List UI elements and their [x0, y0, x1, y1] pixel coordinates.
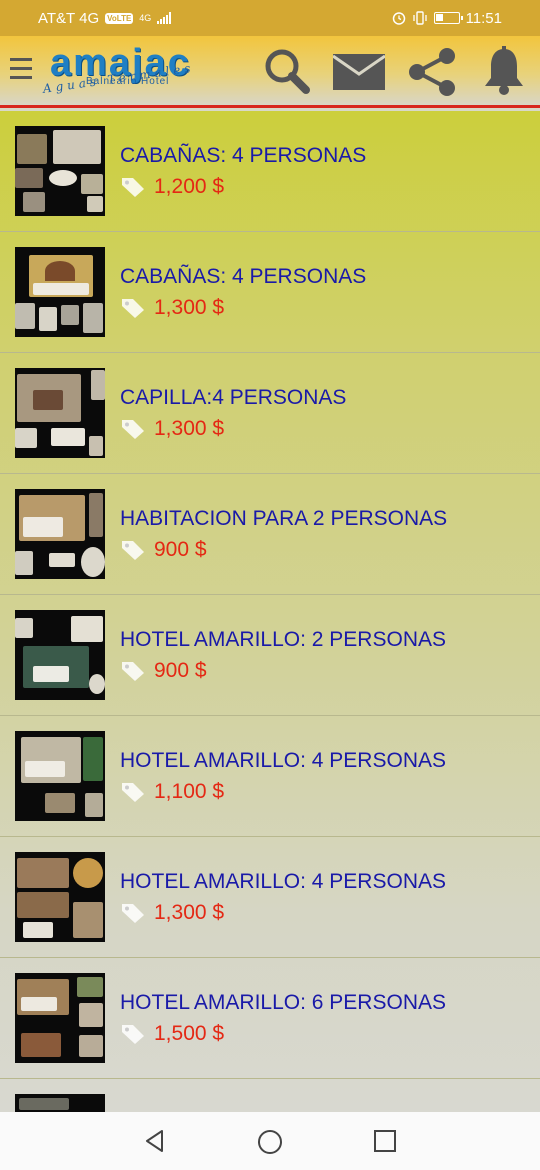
status-right: 11:51: [392, 10, 502, 27]
listing-price: 1,200 $: [154, 175, 225, 198]
listing-price: 900 $: [154, 659, 207, 682]
list-item[interactable]: HABITACION PARA 2 PERSONAS 900 $: [0, 474, 540, 595]
alarm-icon: [392, 12, 405, 25]
status-bar: AT&T 4G VoLTE 4G 11:51: [0, 0, 540, 36]
clock: 11:51: [465, 9, 502, 27]
listing-price: 1,300 $: [154, 417, 225, 440]
system-nav-bar: [0, 1112, 540, 1170]
listing-list[interactable]: CABAÑAS: 4 PERSONAS 1,200 $ CABAÑAS: 4 P…: [0, 111, 540, 1112]
listing-price: 1,300 $: [154, 901, 225, 924]
share-icon[interactable]: [407, 46, 459, 98]
listing-title[interactable]: HABITACION PARA 2 PERSONAS: [120, 507, 447, 531]
listing-thumbnail[interactable]: [15, 247, 105, 337]
listing-price: 1,300 $: [154, 296, 225, 319]
list-item[interactable]: HOTEL AMARILLO: 4 PERSONAS 1,100 $: [0, 716, 540, 837]
home-circle-icon[interactable]: [257, 1129, 283, 1155]
list-item[interactable]: HOTEL AMARILLO: 4 PERSONAS 1,300 $: [0, 837, 540, 958]
list-item[interactable]: HOTEL AMARILLO: 6 PERSONAS 1,500 $: [0, 958, 540, 1079]
list-item[interactable]: [0, 1079, 540, 1112]
listing-thumbnail[interactable]: [15, 973, 105, 1063]
list-item[interactable]: CABAÑAS: 4 PERSONAS 1,300 $: [0, 232, 540, 353]
tag-icon: [122, 662, 144, 681]
listing-price: 900 $: [154, 538, 207, 561]
tag-icon: [122, 178, 144, 197]
list-item[interactable]: HOTEL AMARILLO: 2 PERSONAS 900 $: [0, 595, 540, 716]
vibrate-icon: [412, 11, 427, 25]
listing-title[interactable]: HOTEL AMARILLO: 6 PERSONAS: [120, 991, 446, 1015]
listing-title[interactable]: CABAÑAS: 4 PERSONAS: [120, 265, 366, 289]
bell-icon[interactable]: [483, 46, 525, 96]
signal-icon: [157, 12, 172, 24]
listing-title[interactable]: HOTEL AMARILLO: 4 PERSONAS: [120, 870, 446, 894]
carrier-label: AT&T 4G: [38, 9, 100, 27]
listing-thumbnail[interactable]: [15, 1094, 105, 1112]
listing-thumbnail[interactable]: [15, 731, 105, 821]
tag-icon: [122, 541, 144, 560]
list-item[interactable]: CABAÑAS: 4 PERSONAS 1,200 $: [0, 111, 540, 232]
app-header: amajac Balneario Hotel Aguas Termales: [0, 36, 540, 108]
mail-icon[interactable]: [333, 52, 385, 92]
status-left: AT&T 4G VoLTE 4G: [38, 9, 172, 27]
listing-title[interactable]: CAPILLA:4 PERSONAS: [120, 386, 346, 410]
network-badge: 4G: [139, 13, 152, 23]
volte-badge: VoLTE: [105, 12, 134, 24]
listing-title[interactable]: CABAÑAS: 4 PERSONAS: [120, 144, 366, 168]
listing-thumbnail[interactable]: [15, 610, 105, 700]
tag-icon: [122, 1025, 144, 1044]
logo[interactable]: amajac Balneario Hotel Aguas Termales: [42, 40, 226, 104]
listing-price: 1,500 $: [154, 1022, 225, 1045]
back-triangle-icon[interactable]: [143, 1129, 167, 1153]
search-icon[interactable]: [262, 46, 312, 96]
tag-icon: [122, 420, 144, 439]
tag-icon: [122, 299, 144, 318]
recents-square-icon[interactable]: [373, 1129, 397, 1153]
listing-thumbnail[interactable]: [15, 489, 105, 579]
tag-icon: [122, 783, 144, 802]
list-item[interactable]: CAPILLA:4 PERSONAS 1,300 $: [0, 353, 540, 474]
listing-price: 1,100 $: [154, 780, 225, 803]
listing-thumbnail[interactable]: [15, 126, 105, 216]
battery-icon: [433, 12, 463, 24]
listing-title[interactable]: HOTEL AMARILLO: 2 PERSONAS: [120, 628, 446, 652]
listing-title[interactable]: HOTEL AMARILLO: 4 PERSONAS: [120, 749, 446, 773]
tag-icon: [122, 904, 144, 923]
hamburger-icon[interactable]: [10, 58, 32, 84]
listing-thumbnail[interactable]: [15, 368, 105, 458]
listing-thumbnail[interactable]: [15, 852, 105, 942]
